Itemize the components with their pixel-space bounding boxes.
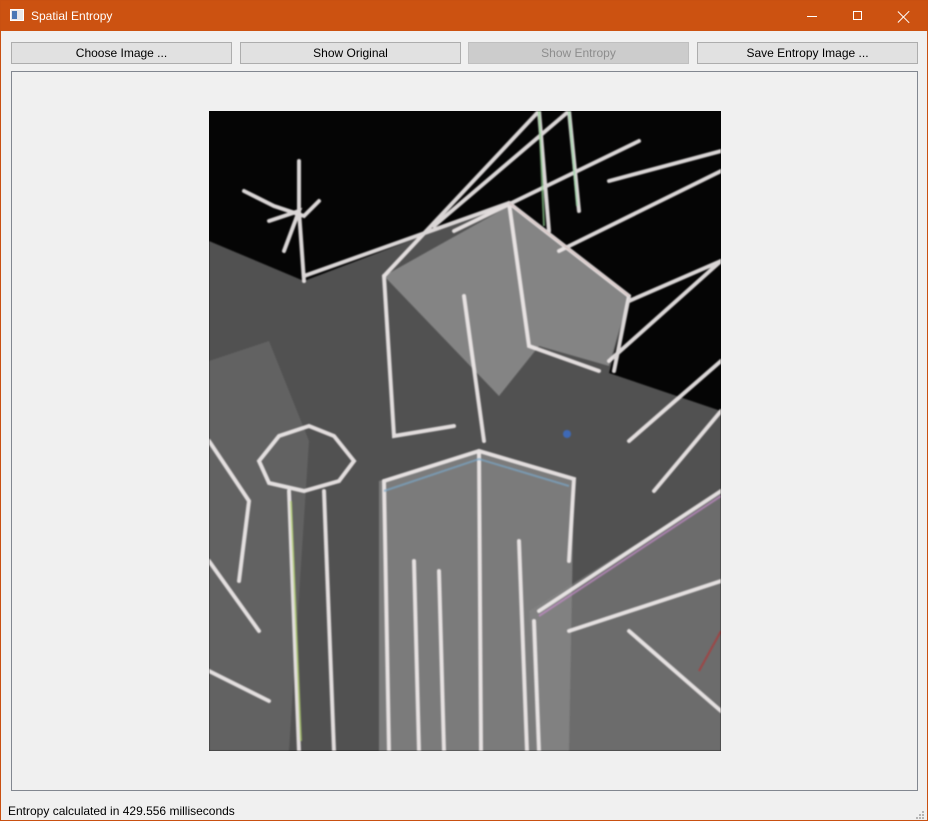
close-button[interactable] xyxy=(881,1,927,31)
resize-grip[interactable] xyxy=(915,810,925,820)
show-original-button[interactable]: Show Original xyxy=(240,42,461,64)
image-panel xyxy=(11,71,918,791)
maximize-button[interactable] xyxy=(835,1,881,31)
title-bar[interactable]: Spatial Entropy xyxy=(1,1,927,31)
maximize-icon xyxy=(853,11,862,20)
app-icon xyxy=(10,9,24,21)
entropy-image xyxy=(209,111,721,751)
minimize-button[interactable] xyxy=(789,1,835,31)
window-title: Spatial Entropy xyxy=(31,9,113,23)
entropy-image-graphic xyxy=(209,111,721,751)
show-entropy-button: Show Entropy xyxy=(468,42,689,64)
status-bar-text: Entropy calculated in 429.556 millisecon… xyxy=(8,804,235,818)
choose-image-button[interactable]: Choose Image ... xyxy=(11,42,232,64)
close-icon xyxy=(897,10,911,24)
minimize-icon xyxy=(807,16,817,17)
save-entropy-image-button[interactable]: Save Entropy Image ... xyxy=(697,42,918,64)
app-window: Spatial Entropy Choose Image ... Show Or… xyxy=(0,0,928,821)
